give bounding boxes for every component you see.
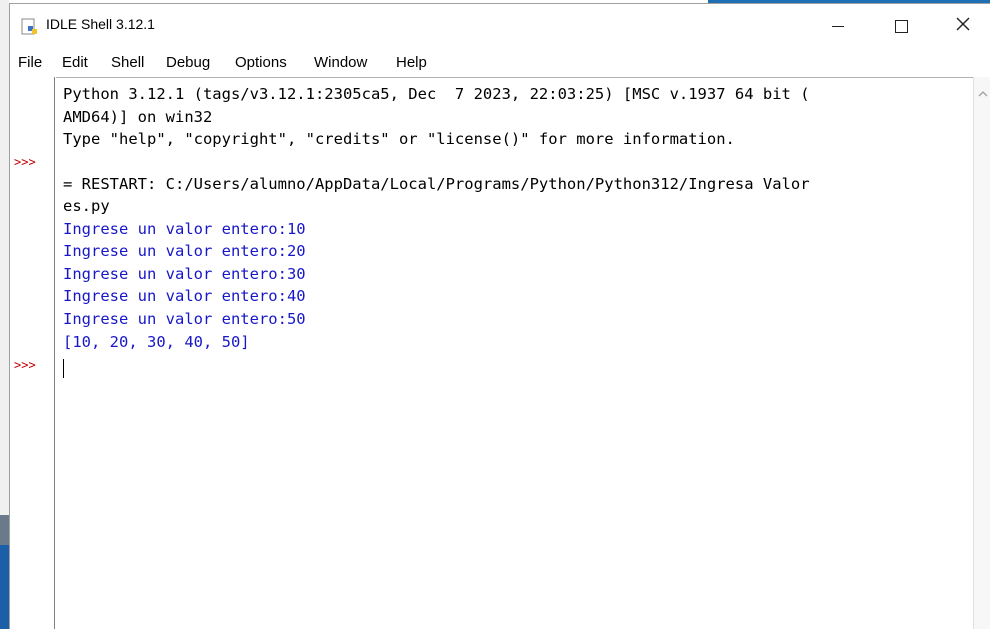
menu-shell[interactable]: Shell [111, 54, 144, 71]
shell-output-line: Ingrese un valor entero:10 [63, 220, 306, 238]
shell-text-area[interactable]: Python 3.12.1 (tags/v3.12.1:2305ca5, Dec… [56, 77, 973, 629]
menu-help[interactable]: Help [396, 54, 427, 71]
desktop-background-left-gray [0, 515, 9, 545]
prompt-gutter: >>> >>> [10, 77, 55, 629]
menu-options[interactable]: Options [235, 54, 287, 71]
text-cursor [63, 359, 64, 378]
window-title: IDLE Shell 3.12.1 [46, 16, 155, 32]
menu-window[interactable]: Window [314, 54, 367, 71]
shell-line: es.py [63, 197, 110, 215]
menu-debug[interactable]: Debug [166, 54, 210, 71]
vertical-scrollbar[interactable] [973, 77, 990, 629]
shell-prompt: >>> [14, 358, 36, 372]
shell-output-line: Ingrese un valor entero:30 [63, 265, 306, 283]
maximize-icon [894, 19, 908, 33]
shell-line: Type "help", "copyright", "credits" or "… [63, 130, 735, 148]
close-button[interactable] [940, 4, 986, 48]
close-icon [956, 17, 970, 36]
shell-output-line: Ingrese un valor entero:40 [63, 287, 306, 305]
menu-file[interactable]: File [18, 54, 42, 71]
scroll-up-arrow-icon[interactable] [978, 85, 988, 97]
desktop-background-left-blue [0, 545, 9, 629]
minimize-icon [832, 25, 844, 27]
menu-edit[interactable]: Edit [62, 54, 88, 71]
shell-output-line: Ingrese un valor entero:20 [63, 242, 306, 260]
minimize-button[interactable] [815, 4, 861, 48]
title-bar[interactable]: IDLE Shell 3.12.1 [10, 4, 990, 48]
shell-output-line: [10, 20, 30, 40, 50] [63, 333, 250, 351]
shell-line: AMD64)] on win32 [63, 108, 213, 126]
menu-bar: File Edit Shell Debug Options Window Hel… [10, 50, 990, 76]
shell-prompt: >>> [14, 155, 36, 169]
shell-output-line: Ingrese un valor entero:50 [63, 310, 306, 328]
shell-line: = RESTART: C:/Users/alumno/AppData/Local… [63, 175, 810, 193]
maximize-button[interactable] [878, 4, 924, 48]
shell-line: Python 3.12.1 (tags/v3.12.1:2305ca5, Dec… [63, 85, 810, 103]
idle-python-icon [21, 18, 39, 36]
idle-shell-window: IDLE Shell 3.12.1 File Edit Shell Debug … [9, 3, 990, 629]
